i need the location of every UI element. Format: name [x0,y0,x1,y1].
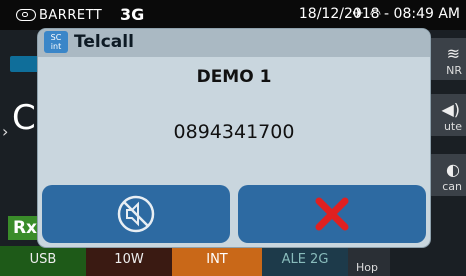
barrett-logo-icon [16,9,36,21]
speaker-muted-icon [117,195,155,233]
phone-number: 0894341700 [173,121,295,143]
network-indicator: 3G [120,5,145,24]
speaker-icon: ◀) [441,100,460,119]
telcall-dialog: SC int Telcall DEMO 1 0894341700 [38,29,430,247]
power-10w[interactable]: 10W [86,246,172,276]
contact-name: DEMO 1 [196,67,272,87]
nr-button[interactable]: ≋ NR [426,38,466,80]
mute-side-button[interactable]: ◀) ute [426,94,466,136]
ale-2g-button[interactable]: ALE 2G [262,246,348,276]
hop-button[interactable]: Hop [348,244,390,276]
left-arrow-icon[interactable]: › [2,122,8,141]
radio-screen: BARRETT 3G ✈ ◠ 18/12/2018 - 08:49 AM C ›… [0,0,466,276]
telcall-app-icon: SC int [44,31,68,53]
datetime: 18/12/2018 - 08:49 AM [298,6,460,22]
background-letter: C [12,98,36,138]
brand-logo: BARRETT [16,6,102,24]
rx-indicator: Rx [8,216,42,240]
int-button[interactable]: INT [172,246,262,276]
end-call-button[interactable] [238,185,426,243]
bottom-bar: USB 10W INT ALE 2G [0,246,466,276]
mode-usb[interactable]: USB [0,246,86,276]
scan-button[interactable]: ◐ can [426,154,466,196]
waveform-icon: ≋ [446,44,460,63]
mute-button[interactable] [42,185,230,243]
dialog-titlebar: SC int Telcall [38,29,430,57]
close-x-icon [315,197,349,231]
status-bar: BARRETT 3G ✈ ◠ 18/12/2018 - 08:49 AM [0,0,466,30]
dialog-title: Telcall [74,32,134,52]
scan-icon: ◐ [446,160,460,179]
brand-name: BARRETT [39,7,103,23]
